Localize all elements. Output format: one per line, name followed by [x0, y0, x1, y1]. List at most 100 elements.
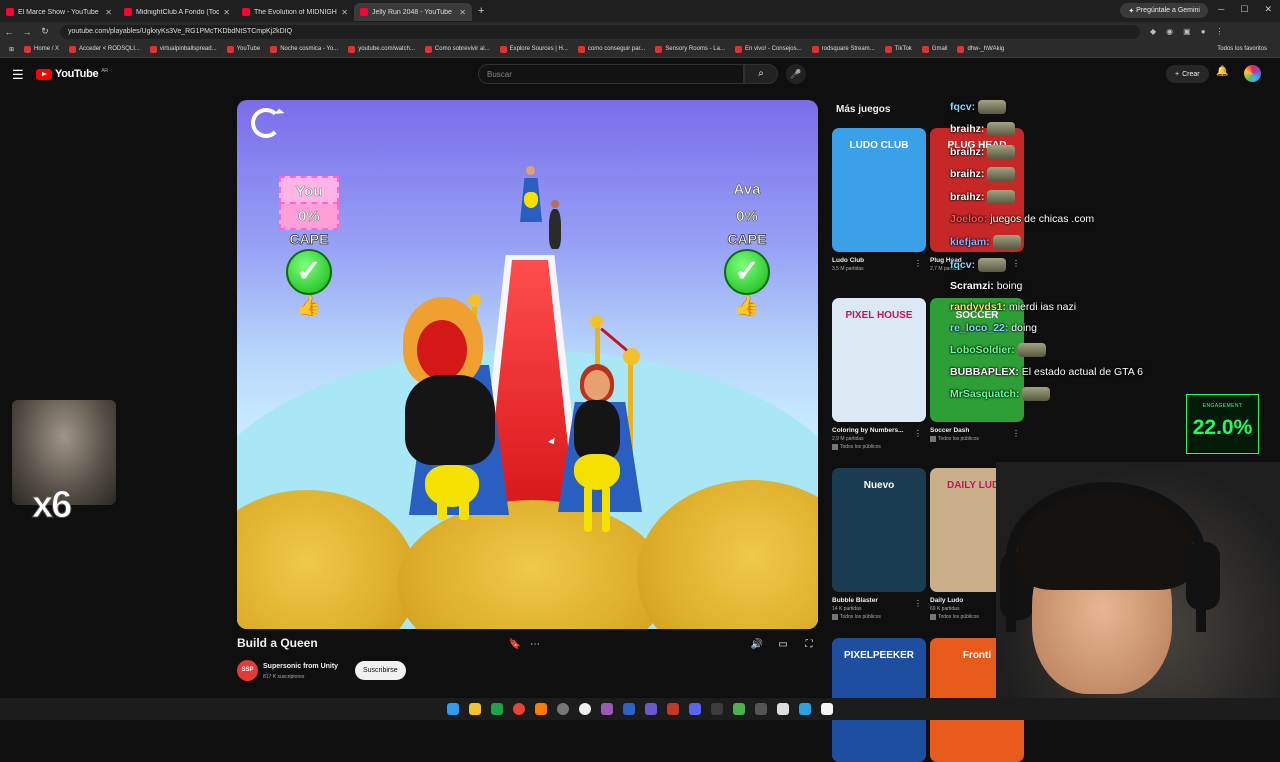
bookmark-item[interactable]: Explore Sources | H... [495, 45, 573, 53]
browser-tab[interactable]: The Evolution of MIDNIGHT CL ✕ [236, 3, 354, 21]
account-avatar[interactable] [1244, 65, 1261, 82]
miniplayer-icon[interactable]: ▭ [776, 638, 790, 652]
bookmark-item[interactable]: rodsquare Stream... [807, 45, 880, 53]
game-card[interactable]: LUDO CLUB Ludo Club 3,5 M partidas ⋮ [832, 128, 926, 272]
close-tab-icon[interactable]: ✕ [223, 8, 230, 17]
apps-grid-icon[interactable]: ⊞ [4, 46, 19, 53]
more-options-icon[interactable]: ⋮ [914, 599, 922, 608]
forward-icon[interactable]: → [18, 27, 36, 37]
bookmark-item[interactable]: virtualpinballspread... [145, 45, 222, 53]
app-icon[interactable] [711, 703, 723, 715]
app-icon[interactable] [733, 703, 745, 715]
search-input[interactable]: Buscar [478, 64, 744, 84]
subscribe-button[interactable]: Suscribirse [355, 661, 406, 680]
engagement-widget: ENGAGEMENT 22.0% [1186, 394, 1259, 454]
minimize-icon[interactable]: ─ [1218, 4, 1224, 15]
app-icon[interactable] [777, 703, 789, 715]
restart-icon[interactable] [251, 108, 281, 138]
game-canvas[interactable]: You 0% CAPE ✓ 👍 Ava 0% CAPE ✓ 👍 [237, 100, 818, 629]
app-icon[interactable] [645, 703, 657, 715]
close-window-icon[interactable]: ✕ [1264, 4, 1272, 15]
bookmark-item[interactable]: Acceder < RODSQLI... [64, 45, 145, 53]
youtube-favicon-icon [124, 8, 132, 16]
chat-emote-icon [978, 258, 1007, 272]
game-card-title: Bubble Blaster [832, 597, 878, 604]
extension-icon[interactable]: ◆ [1150, 27, 1156, 36]
more-options-icon[interactable]: ⋮ [914, 429, 922, 438]
game-card[interactable]: PIXEL HOUSE Coloring by Numbers... 2,9 M p… [832, 298, 926, 450]
more-options-icon[interactable]: ⋯ [528, 638, 542, 652]
maximize-icon[interactable]: ☐ [1240, 4, 1248, 15]
channel-avatar[interactable]: SSP [237, 660, 258, 681]
bookmark-item[interactable]: como conseguir par... [573, 45, 650, 53]
address-bar[interactable]: youtube.com/playables/UgkxyKs3Ve_RG1PMcT… [60, 24, 1140, 39]
close-tab-icon[interactable]: ✕ [459, 8, 466, 17]
bookmark-item[interactable]: youtube.com/watch... [343, 45, 420, 53]
bookmark-item[interactable]: Sensory Rooms - La... [650, 45, 730, 53]
app-icon[interactable] [667, 703, 679, 715]
game-thumbnail[interactable]: LUDO CLUB [832, 128, 926, 252]
create-button[interactable]: + Crear [1166, 65, 1209, 83]
start-icon[interactable] [447, 703, 459, 715]
channel-name[interactable]: Supersonic from Unity [263, 663, 338, 670]
youtube-logo[interactable]: YouTube AR [36, 68, 108, 80]
bookmark-item[interactable]: TikTok [880, 45, 917, 53]
game-thumbnail[interactable]: PIXEL HOUSE [832, 298, 926, 422]
bookmark-item[interactable]: Gmail [917, 45, 953, 53]
back-icon[interactable]: ← [0, 27, 18, 37]
browser-tab[interactable]: MidnightClub A Fondo (Todo l ✕ [118, 3, 236, 21]
search-icon[interactable]: ⌕ [744, 64, 778, 84]
reload-icon[interactable]: ↻ [36, 26, 54, 37]
extensions-puzzle-icon[interactable]: ▣ [1183, 27, 1191, 36]
app-icon[interactable] [799, 703, 811, 715]
plus-icon: + [1175, 70, 1180, 78]
bookmark-label: virtualpinballspread... [159, 46, 217, 52]
thumbs-up-icon: 👍 [296, 295, 322, 317]
audience-badge: Todos los públicos [832, 614, 926, 620]
close-tab-icon[interactable]: ✕ [341, 8, 348, 17]
game-card[interactable]: Nuevo Bubble Blaster 14 K partidas Todos lo… [832, 468, 926, 620]
engagement-value: 22.0% [1192, 416, 1253, 439]
youtube-header: ☰ YouTube AR Buscar ⌕ 🎤 + Crear 🔔 [0, 58, 1280, 90]
profile-icon[interactable]: ● [1201, 27, 1206, 36]
app-icon[interactable] [821, 703, 833, 715]
checkmark-icon: ✓ [724, 249, 770, 295]
browser-tab-strip: El Marce Show - YouTube ✕ MidnightClub A F… [0, 0, 1280, 22]
browser-tab[interactable]: El Marce Show - YouTube ✕ [0, 3, 118, 21]
app-icon[interactable] [601, 703, 613, 715]
bookmark-item[interactable]: Como sobrevivir al... [420, 45, 495, 53]
chat-username: kiefjam: [950, 235, 990, 248]
more-options-icon[interactable]: ⋮ [1012, 429, 1020, 438]
app-icon[interactable] [579, 703, 591, 715]
obs-icon[interactable] [557, 703, 569, 715]
extension-icon[interactable]: ◉ [1166, 27, 1173, 36]
fullscreen-icon[interactable]: ⛶ [802, 638, 816, 652]
new-tab-icon[interactable]: + [472, 5, 490, 17]
bookmark-item[interactable]: Home / X [19, 45, 64, 53]
app-icon[interactable] [491, 703, 503, 715]
chrome-icon[interactable] [513, 703, 525, 715]
search-app-icon[interactable] [535, 703, 547, 715]
save-bookmark-icon[interactable]: 🔖 [508, 638, 522, 652]
browser-tab[interactable]: Jelly Run 2048 - YouTube ✕ [354, 3, 472, 21]
more-options-icon[interactable]: ⋮ [914, 259, 922, 268]
app-icon[interactable] [623, 703, 635, 715]
bookmark-item[interactable]: En vivo! - Consejos... [730, 45, 807, 53]
bookmark-item[interactable]: dhw-_hWAkig [952, 45, 1009, 53]
gemini-button[interactable]: ✦ Pregúntale a Gemini [1120, 3, 1208, 18]
menu-icon[interactable]: ☰ [12, 67, 24, 83]
all-bookmarks-folder[interactable]: Todos los favoritos [1212, 46, 1272, 52]
microphone-icon[interactable]: 🎤 [786, 64, 806, 84]
browser-menu-icon[interactable]: ⋮ [1216, 27, 1224, 36]
streamer-webcam [996, 462, 1280, 702]
chat-username: fqcv: [950, 100, 976, 113]
game-thumbnail[interactable]: Nuevo [832, 468, 926, 592]
bookmark-item[interactable]: YouTube [222, 45, 266, 53]
volume-icon[interactable]: 🔊 [750, 638, 764, 652]
app-icon[interactable] [755, 703, 767, 715]
notifications-bell-icon[interactable]: 🔔 [1216, 66, 1228, 77]
discord-icon[interactable] [689, 703, 701, 715]
close-tab-icon[interactable]: ✕ [105, 8, 112, 17]
file-explorer-icon[interactable] [469, 703, 481, 715]
bookmark-item[interactable]: Noche cosmica - Yo... [265, 45, 343, 53]
